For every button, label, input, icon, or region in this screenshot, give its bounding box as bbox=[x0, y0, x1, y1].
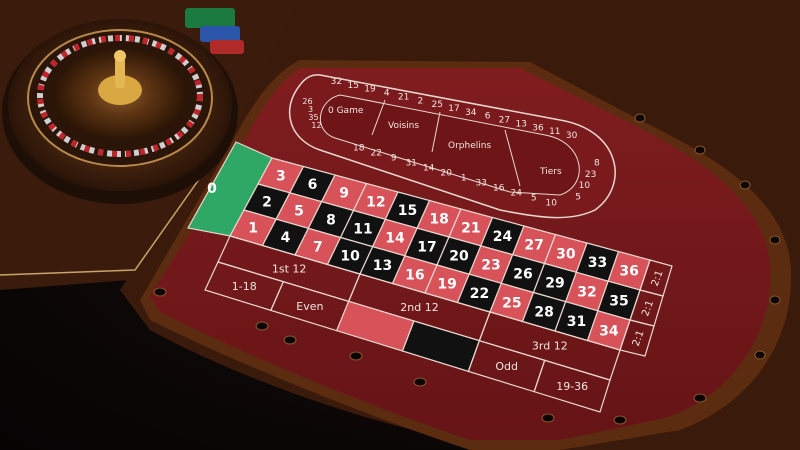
roulette-wheel bbox=[2, 19, 238, 204]
cell-36-label: 36 bbox=[619, 264, 638, 280]
racetrack-right-10[interactable]: 10 bbox=[579, 181, 591, 191]
racetrack-top-15[interactable]: 15 bbox=[347, 81, 358, 91]
outside-bet-1-18-label: 1-18 bbox=[232, 280, 257, 293]
racetrack-lower-9[interactable]: 9 bbox=[391, 154, 397, 164]
racetrack-top-34[interactable]: 34 bbox=[465, 108, 477, 118]
racetrack-lower-16[interactable]: 16 bbox=[493, 184, 505, 194]
cell-17-label: 17 bbox=[417, 240, 436, 256]
racetrack-top-27[interactable]: 27 bbox=[499, 116, 510, 126]
roulette-table-scene: 0 Game Voisins Orphelins Tiers 32 15 19 4 21… bbox=[0, 0, 800, 450]
outside-bet-19-36-label: 19-36 bbox=[556, 380, 588, 393]
cell-6-label: 6 bbox=[308, 177, 318, 193]
cell-30-label: 30 bbox=[556, 246, 576, 262]
racetrack-label-tiers[interactable]: Tiers bbox=[539, 167, 562, 177]
cell-25-label: 25 bbox=[502, 295, 521, 311]
cell-24-label: 24 bbox=[493, 229, 513, 245]
cell-11-label: 11 bbox=[353, 222, 372, 238]
cell-26-label: 26 bbox=[513, 267, 532, 283]
cell-7-label: 7 bbox=[313, 239, 323, 255]
racetrack-top-13[interactable]: 13 bbox=[515, 119, 526, 129]
racetrack-lower-22[interactable]: 22 bbox=[371, 149, 382, 159]
cell-13-label: 13 bbox=[373, 258, 392, 274]
cell-15-label: 15 bbox=[398, 203, 417, 219]
cell-32-label: 32 bbox=[577, 285, 596, 301]
cell-4-label: 4 bbox=[281, 230, 291, 246]
racetrack-lower-18[interactable]: 18 bbox=[353, 144, 365, 154]
racetrack-lower-20[interactable]: 20 bbox=[441, 169, 453, 179]
cell-35-label: 35 bbox=[609, 294, 628, 310]
cell-21-label: 21 bbox=[461, 220, 480, 236]
cell-12-label: 12 bbox=[366, 194, 385, 210]
cell-28-label: 28 bbox=[534, 305, 553, 321]
cell-31-label: 31 bbox=[567, 314, 586, 330]
cell-23-label: 23 bbox=[481, 258, 500, 274]
racetrack-lower-10[interactable]: 10 bbox=[546, 199, 558, 209]
cell-34-label: 34 bbox=[599, 323, 619, 339]
racetrack-left-12[interactable]: 12 bbox=[311, 121, 321, 130]
cell-29-label: 29 bbox=[545, 276, 564, 292]
cell-5-label: 5 bbox=[294, 204, 304, 220]
cell-10-label: 10 bbox=[340, 249, 360, 265]
cell-27-label: 27 bbox=[524, 238, 543, 254]
racetrack-top-25[interactable]: 25 bbox=[431, 100, 442, 110]
racetrack-label-0-game[interactable]: 0 Game bbox=[328, 106, 364, 116]
racetrack-top-30[interactable]: 30 bbox=[566, 131, 578, 141]
racetrack-lower-33[interactable]: 33 bbox=[476, 179, 487, 189]
outside-bet-odd-label: Odd bbox=[495, 360, 518, 373]
cell-18-label: 18 bbox=[429, 212, 448, 228]
racetrack-top-19[interactable]: 19 bbox=[364, 85, 376, 95]
racetrack-top-32[interactable]: 32 bbox=[331, 77, 342, 87]
racetrack-lower-24[interactable]: 24 bbox=[511, 189, 523, 199]
cell-14-label: 14 bbox=[385, 231, 405, 247]
dozen-bet-1-label: 1st 12 bbox=[272, 262, 307, 275]
racetrack-top-2[interactable]: 2 bbox=[418, 96, 424, 106]
cell-19-label: 19 bbox=[437, 277, 456, 293]
racetrack-top-6[interactable]: 6 bbox=[485, 112, 491, 122]
table-svg: 0 Game Voisins Orphelins Tiers 32 15 19 4 21… bbox=[0, 0, 800, 450]
racetrack-right-5[interactable]: 5 bbox=[575, 192, 581, 202]
racetrack-right-23[interactable]: 23 bbox=[585, 170, 596, 180]
cell-8-label: 8 bbox=[326, 213, 336, 229]
racetrack-label-orphelins[interactable]: Orphelins bbox=[448, 141, 491, 151]
racetrack-top-17[interactable]: 17 bbox=[448, 104, 459, 114]
cell-16-label: 16 bbox=[405, 267, 424, 283]
cell-20-label: 20 bbox=[449, 249, 469, 265]
dozen-bet-2-label: 2nd 12 bbox=[400, 301, 438, 314]
cell-9-label: 9 bbox=[339, 186, 349, 202]
racetrack-top-21[interactable]: 21 bbox=[398, 92, 409, 102]
racetrack-lower-14[interactable]: 14 bbox=[423, 164, 435, 174]
racetrack-top-36[interactable]: 36 bbox=[532, 123, 544, 133]
racetrack-top-4[interactable]: 4 bbox=[384, 89, 390, 99]
racetrack-right-8[interactable]: 8 bbox=[594, 159, 600, 169]
cell-0-label: 0 bbox=[207, 181, 217, 197]
racetrack-lower-5[interactable]: 5 bbox=[531, 194, 537, 204]
cell-3-label: 3 bbox=[276, 168, 286, 184]
cell-22-label: 22 bbox=[470, 286, 489, 302]
racetrack-lower-1[interactable]: 1 bbox=[461, 174, 467, 184]
cell-33-label: 33 bbox=[588, 255, 607, 271]
racetrack-top-11[interactable]: 11 bbox=[549, 127, 560, 137]
outside-bet-even-label: Even bbox=[296, 300, 323, 313]
racetrack-lower-31[interactable]: 31 bbox=[406, 159, 417, 169]
cell-2-label: 2 bbox=[262, 195, 272, 211]
cell-1-label: 1 bbox=[248, 221, 258, 237]
racetrack-label-voisins[interactable]: Voisins bbox=[388, 121, 419, 131]
dozen-bet-3-label: 3rd 12 bbox=[532, 340, 568, 353]
